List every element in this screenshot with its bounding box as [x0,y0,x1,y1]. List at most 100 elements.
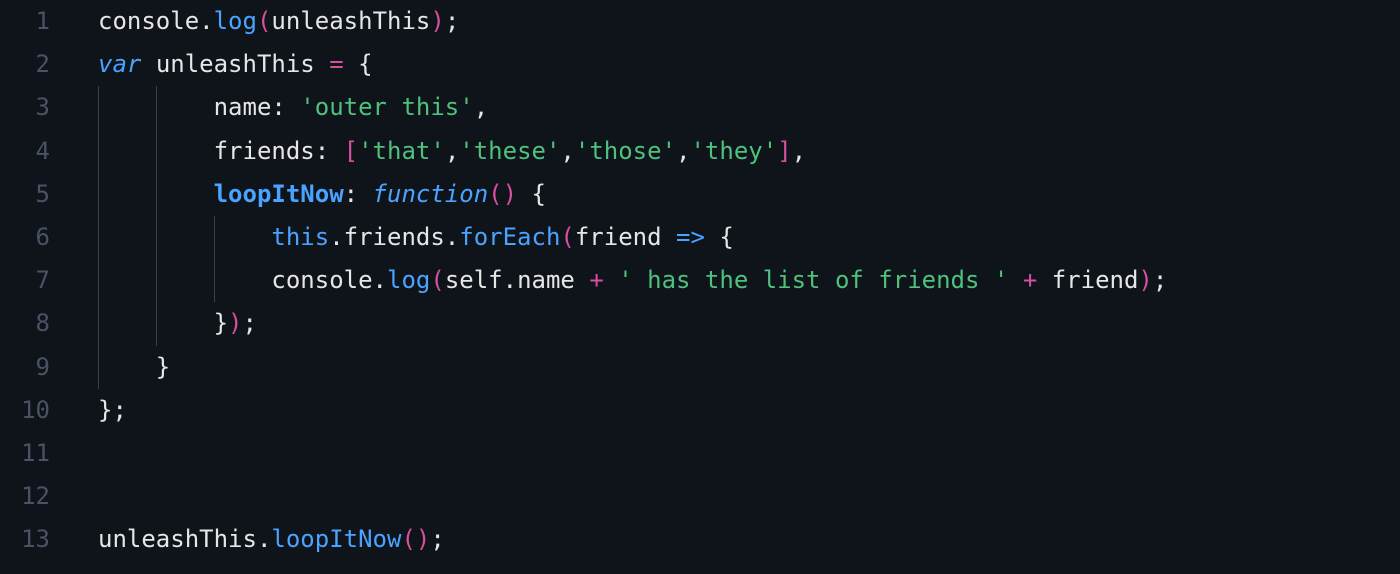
code-line[interactable] [70,475,1400,518]
code-token: , [792,137,806,165]
line-number: 13 [0,518,50,561]
code-token: 'they' [690,137,777,165]
code-line[interactable]: console.log(self.name + ' has the list o… [70,259,1400,302]
code-token: unleashThis [98,525,257,553]
code-token: ' has the list of friends ' [618,266,1008,294]
line-number: 7 [0,259,50,302]
code-token: , [474,93,488,121]
code-line[interactable]: this.friends.forEach(friend => { [70,216,1400,259]
code-token [98,137,214,165]
code-token [98,180,214,208]
line-number: 10 [0,389,50,432]
code-token [98,353,156,381]
code-token: 'outer this' [300,93,473,121]
code-line[interactable]: friends: ['that','these','those','they']… [70,130,1400,173]
code-token: function [373,180,489,208]
code-token: ; [430,525,444,553]
code-token [286,93,300,121]
line-number: 6 [0,216,50,259]
code-token: ; [112,396,126,424]
code-token: } [156,353,170,381]
code-token: unleashThis [156,50,315,78]
code-token [705,223,719,251]
code-token: self [445,266,503,294]
code-token: ( [257,7,271,35]
code-token: + [1023,266,1037,294]
code-token [575,266,589,294]
code-token: { [358,50,372,78]
code-token: ; [445,7,459,35]
code-token: forEach [459,223,560,251]
code-token: 'those' [575,137,676,165]
code-token: ; [1153,266,1167,294]
code-area[interactable]: console.log(unleashThis);var unleashThis… [70,0,1400,574]
code-token: } [98,396,112,424]
code-token [98,93,214,121]
code-token: , [560,137,574,165]
code-line[interactable]: } [70,346,1400,389]
code-token: ( [560,223,574,251]
code-token: var [98,50,141,78]
code-token [358,180,372,208]
code-token [662,223,676,251]
code-token: . [373,266,387,294]
code-token [98,266,271,294]
code-token: . [445,223,459,251]
line-number: 11 [0,432,50,475]
code-token [604,266,618,294]
code-token [1008,266,1022,294]
code-line[interactable]: loopItNow: function() { [70,173,1400,216]
code-token: . [199,7,213,35]
line-number: 5 [0,173,50,216]
code-line[interactable]: console.log(unleashThis); [70,0,1400,43]
code-token: 'that' [358,137,445,165]
code-token [98,309,214,337]
code-token: . [329,223,343,251]
code-token: 'these' [459,137,560,165]
code-token: ) [416,525,430,553]
code-token [141,50,155,78]
code-token: [ [344,137,358,165]
code-token: = [329,50,343,78]
code-line[interactable]: }; [70,389,1400,432]
code-token [329,137,343,165]
code-token: console [271,266,372,294]
code-token: ) [228,309,242,337]
code-token: . [257,525,271,553]
code-token: , [445,137,459,165]
code-token: friends [344,223,445,251]
code-token: ( [401,525,415,553]
code-line[interactable]: var unleashThis = { [70,43,1400,86]
code-token: log [214,7,257,35]
code-line[interactable] [70,432,1400,475]
code-token: , [676,137,690,165]
code-token: this [271,223,329,251]
code-editor[interactable]: 12345678910111213 console.log(unleashThi… [0,0,1400,574]
code-token: ; [243,309,257,337]
code-token: ( [488,180,502,208]
code-token: ( [430,266,444,294]
line-number: 1 [0,0,50,43]
code-token [344,50,358,78]
code-line[interactable]: unleashThis.loopItNow(); [70,518,1400,561]
code-token: : [315,137,329,165]
code-token: ] [777,137,791,165]
code-token [98,223,271,251]
code-token: => [676,223,705,251]
code-token: friend [1052,266,1139,294]
code-token: friends [214,137,315,165]
code-token: loopItNow [271,525,401,553]
line-number: 8 [0,302,50,345]
code-token: + [589,266,603,294]
line-number: 4 [0,130,50,173]
code-token: { [532,180,546,208]
code-token: : [344,180,358,208]
code-token: loopItNow [214,180,344,208]
code-line[interactable]: }); [70,302,1400,345]
code-token: friend [575,223,662,251]
code-line[interactable]: name: 'outer this', [70,86,1400,129]
line-number: 9 [0,346,50,389]
code-token [1037,266,1051,294]
code-token: ) [430,7,444,35]
code-token: unleashThis [271,7,430,35]
